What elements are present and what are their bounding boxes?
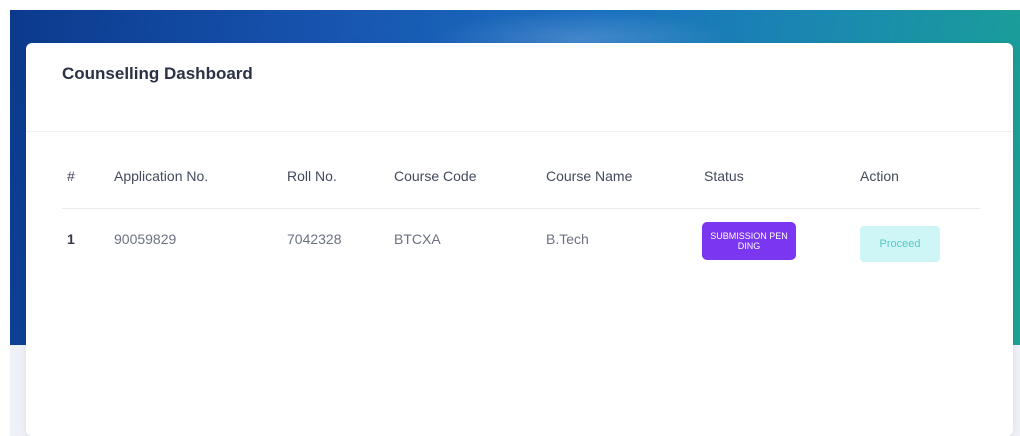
app-viewport: Counselling Dashboard # Application No. … [0, 0, 1020, 436]
course-name: B.Tech [546, 231, 589, 247]
proceed-button[interactable]: Proceed [860, 226, 940, 262]
column-header-application-no: Application No. [114, 168, 209, 184]
page-title: Counselling Dashboard [62, 64, 253, 83]
table-row: 1 90059829 7042328 BTCXA B.Tech SUBMISSI… [62, 218, 980, 268]
application-number: 90059829 [114, 231, 177, 247]
left-frame [0, 10, 10, 436]
dashboard-card: Counselling Dashboard # Application No. … [26, 43, 1013, 436]
row-index: 1 [67, 231, 75, 247]
course-code: BTCXA [394, 231, 441, 247]
column-header-index: # [67, 168, 75, 184]
top-frame [0, 0, 1020, 10]
table-header-divider [62, 208, 980, 209]
roll-number: 7042328 [287, 231, 342, 247]
column-header-course-code: Course Code [394, 168, 477, 184]
column-header-action: Action [860, 168, 899, 184]
column-header-course-name: Course Name [546, 168, 633, 184]
column-header-status: Status [704, 168, 744, 184]
status-badge: SUBMISSION PENDING [702, 222, 796, 260]
column-header-roll-no: Roll No. [287, 168, 337, 184]
card-header: Counselling Dashboard [26, 43, 1013, 132]
